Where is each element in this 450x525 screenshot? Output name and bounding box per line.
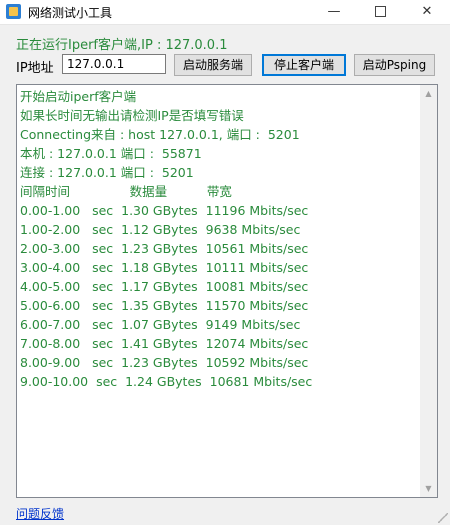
log-line: 开始启动iperf客户端 xyxy=(20,89,137,104)
status-text: 正在运行Iperf客户端,IP : 127.0.0.1 xyxy=(16,38,228,53)
log-line: 间隔时间 数据量 带宽 xyxy=(20,184,232,199)
log-line: 5.00-6.00 sec 1.35 GBytes 11570 Mbits/se… xyxy=(20,298,309,313)
app-icon xyxy=(6,4,21,19)
log-line: 2.00-3.00 sec 1.23 GBytes 10561 Mbits/se… xyxy=(20,241,309,256)
feedback-link[interactable]: 问题反馈 xyxy=(16,505,64,522)
scroll-up-icon[interactable]: ▲ xyxy=(420,85,437,102)
maximize-icon[interactable] xyxy=(357,0,403,24)
log-line: 连接 : 127.0.0.1 端口 : 5201 xyxy=(20,165,194,180)
log-line: 8.00-9.00 sec 1.23 GBytes 10592 Mbits/se… xyxy=(20,355,309,370)
log-line: 本机 : 127.0.0.1 端口 : 55871 xyxy=(20,146,202,161)
start-server-button[interactable]: 启动服务端 xyxy=(174,54,252,76)
log-line: 3.00-4.00 sec 1.18 GBytes 10111 Mbits/se… xyxy=(20,260,309,275)
scroll-down-icon[interactable]: ▼ xyxy=(420,480,437,497)
close-icon[interactable]: ✕ xyxy=(404,0,450,24)
start-psping-button[interactable]: 启动Psping xyxy=(354,54,435,76)
log-line: 6.00-7.00 sec 1.07 GBytes 9149 Mbits/sec xyxy=(20,317,301,332)
ip-input[interactable] xyxy=(62,54,166,74)
ip-label: IP地址 xyxy=(16,61,54,76)
window-title: 网络测试小工具 xyxy=(28,6,113,20)
log-line: 如果长时间无输出请检测IP是否填写错误 xyxy=(20,108,244,123)
log-line: 1.00-2.00 sec 1.12 GBytes 9638 Mbits/sec xyxy=(20,222,301,237)
vertical-scrollbar[interactable]: ▲ ▼ xyxy=(420,85,437,497)
log-line: 9.00-10.00 sec 1.24 GBytes 10681 Mbits/s… xyxy=(20,374,313,389)
log-lines: 开始启动iperf客户端 如果长时间无输出请检测IP是否填写错误 Connect… xyxy=(20,87,415,391)
minimize-icon[interactable]: — xyxy=(311,0,357,24)
log-line: Connecting来自 : host 127.0.0.1, 端口 : 5201 xyxy=(20,127,300,142)
output-log[interactable]: 开始启动iperf客户端 如果长时间无输出请检测IP是否填写错误 Connect… xyxy=(16,84,438,498)
stop-client-button[interactable]: 停止客户端 xyxy=(262,54,346,76)
log-line: 4.00-5.00 sec 1.17 GBytes 10081 Mbits/se… xyxy=(20,279,309,294)
resize-grip-icon[interactable] xyxy=(438,513,448,523)
title-bar: 网络测试小工具 — ✕ xyxy=(0,0,450,25)
log-line: 7.00-8.00 sec 1.41 GBytes 12074 Mbits/se… xyxy=(20,336,309,351)
log-line: 0.00-1.00 sec 1.30 GBytes 11196 Mbits/se… xyxy=(20,203,309,218)
